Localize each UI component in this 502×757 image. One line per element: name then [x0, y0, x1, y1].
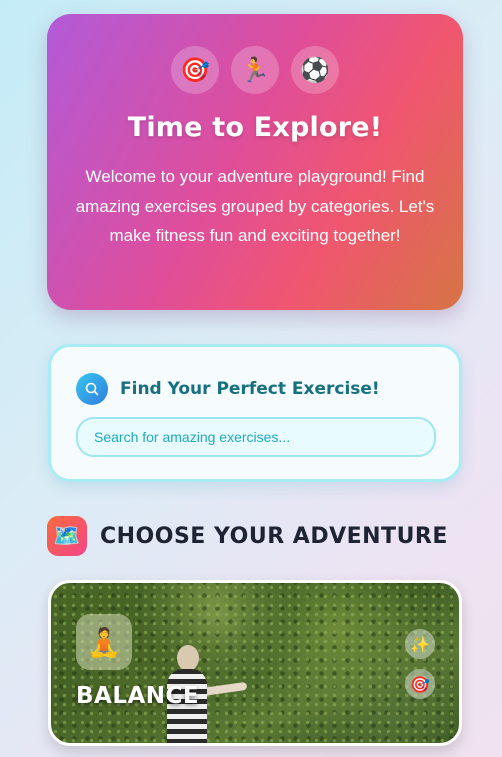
category-card-balance[interactable]: 🧘 BALANCE ✨ 🎯 [48, 580, 462, 746]
hero-title: Time to Explore! [127, 112, 383, 143]
search-title: Find Your Perfect Exercise! [120, 379, 380, 399]
soccer-ball-icon: ⚽ [291, 46, 339, 94]
runner-icon: 🏃 [231, 46, 279, 94]
search-input[interactable] [76, 417, 436, 457]
target-icon: 🎯 [171, 46, 219, 94]
sparkles-icon: ✨ [405, 629, 435, 659]
hero-description: Welcome to your adventure playground! Fi… [75, 167, 435, 245]
search-icon [76, 373, 108, 405]
hero-icon-row: 🎯 🏃 ⚽ [47, 46, 463, 94]
search-header: Find Your Perfect Exercise! [76, 373, 380, 405]
target-icon: 🎯 [405, 669, 435, 699]
section-title: CHOOSE YOUR ADVENTURE [100, 523, 448, 549]
meditation-icon: 🧘 [76, 614, 132, 670]
hero-banner: 🎯 🏃 ⚽ Time to Explore! Welcome to your a… [47, 14, 463, 310]
section-header: 🗺️ CHOOSE YOUR ADVENTURE [47, 516, 448, 556]
map-icon: 🗺️ [47, 516, 87, 556]
category-title: BALANCE [76, 683, 200, 709]
search-card: Find Your Perfect Exercise! [48, 344, 462, 482]
